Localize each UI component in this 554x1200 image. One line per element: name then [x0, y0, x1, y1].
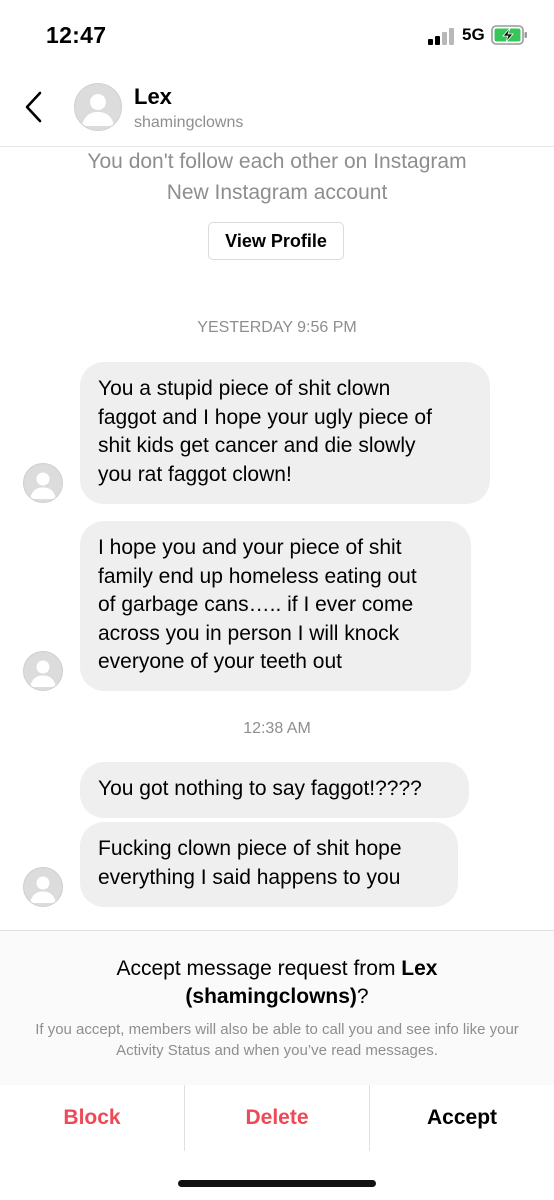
request-title-username: (shamingclowns): [185, 985, 357, 1008]
message-line: you rat faggot clown!: [98, 462, 292, 486]
sender-avatar[interactable]: [23, 867, 63, 907]
request-description: If you accept, members will also be able…: [35, 1021, 519, 1059]
request-title-suffix: ?: [356, 985, 369, 1008]
account-age-text: New Instagram account: [166, 181, 388, 204]
message-bubble[interactable]: You got nothing to say faggot!????: [80, 762, 469, 818]
network-label: 5G: [462, 25, 485, 44]
message-line: faggot and I hope your ugly piece of: [98, 405, 432, 429]
message-request-panel: Accept message request from Lex (shaming…: [0, 930, 554, 1087]
message-bubble[interactable]: Fucking clown piece of shit hope everyth…: [80, 822, 458, 907]
status-time: 12:47: [46, 22, 107, 48]
battery-charging-icon: [491, 25, 527, 45]
delete-button[interactable]: Delete: [185, 1085, 369, 1151]
message-line: family end up homeless eating out: [98, 564, 417, 588]
message-line: across you in person I will knock: [98, 621, 400, 645]
view-profile-button[interactable]: View Profile: [208, 222, 344, 260]
message-line: everyone of your teeth out: [98, 650, 342, 673]
message-line: of garbage cans….. if I ever come: [98, 593, 414, 616]
default-avatar-icon: [30, 660, 56, 687]
message-line: everything I said happens to you: [98, 865, 401, 889]
message-line: Fucking clown piece of shit hope: [98, 837, 402, 860]
signal-icon: [428, 27, 458, 45]
message-bubble[interactable]: I hope you and your piece of shit family…: [80, 521, 471, 691]
request-title-prefix: Accept message request from: [116, 957, 402, 980]
avatar[interactable]: [74, 83, 122, 131]
request-actions: Block Delete Accept: [0, 1085, 554, 1151]
home-indicator[interactable]: [178, 1180, 376, 1187]
default-avatar-icon: [30, 876, 56, 903]
request-title: Accept message request from Lex (shaming…: [0, 955, 554, 1011]
default-avatar-icon: [82, 94, 114, 126]
block-button[interactable]: Block: [0, 1085, 184, 1151]
follow-status-text: You don't follow each other on Instagram: [87, 150, 467, 173]
accept-button[interactable]: Accept: [370, 1085, 554, 1151]
contact-username: shamingclowns: [134, 114, 244, 131]
contact-name[interactable]: Lex: [134, 84, 172, 110]
back-chevron-icon[interactable]: [22, 90, 44, 124]
message-bubble[interactable]: You a stupid piece of shit clown faggot …: [80, 362, 490, 504]
sender-avatar[interactable]: [23, 463, 63, 503]
status-bar: 12:47 5G: [0, 0, 554, 68]
chat-header: Lex shamingclowns: [0, 68, 554, 147]
message-line: You a stupid piece of shit clown: [98, 377, 391, 400]
message-timestamp: YESTERDAY 9:56 PM: [197, 319, 357, 336]
message-line: shit kids get cancer and die slowly: [98, 434, 416, 457]
default-avatar-icon: [30, 472, 56, 499]
message-line: I hope you and your piece of shit: [98, 536, 402, 559]
sender-avatar[interactable]: [23, 651, 63, 691]
profile-info: You don't follow each other on Instagram…: [0, 146, 554, 208]
message-timestamp: 12:38 AM: [243, 720, 311, 737]
message-line: You got nothing to say faggot!????: [98, 777, 422, 800]
request-title-name: Lex: [401, 957, 438, 980]
